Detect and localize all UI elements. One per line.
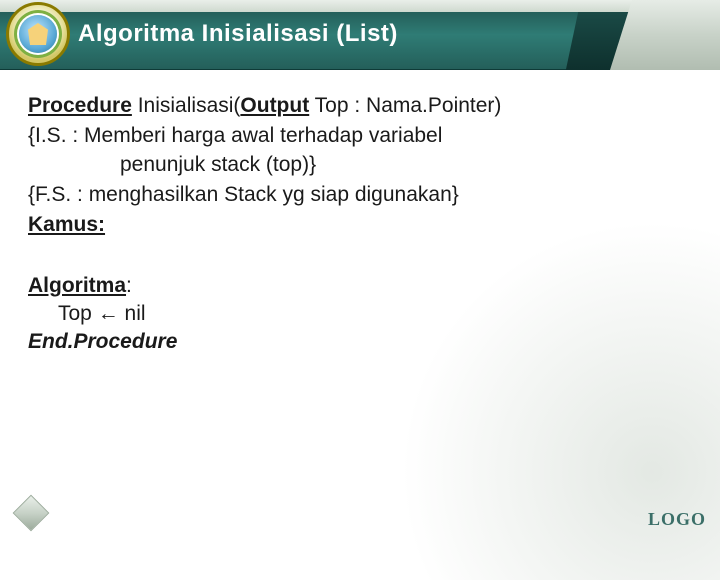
procedure-name: Inisialisasi( bbox=[132, 94, 241, 117]
algorithm-label: Algoritma bbox=[28, 274, 126, 297]
procedure-signature: Procedure Inisialisasi(Output Top : Nama… bbox=[28, 92, 692, 120]
initial-state-comment: {I.S. : Memberi harga awal terhadap vari… bbox=[28, 122, 692, 179]
assignment-line: Top ← nil bbox=[28, 300, 692, 328]
logo-inner-shield bbox=[19, 15, 57, 53]
algorithm-section: Algoritma: Top ← nil End.Procedure bbox=[28, 272, 692, 357]
slide-header: Algoritma Inisialisasi (List) bbox=[0, 0, 720, 70]
procedure-params: Top : Nama.Pointer) bbox=[309, 94, 501, 117]
final-state-comment: {F.S. : menghasilkan Stack yg siap digun… bbox=[28, 181, 692, 209]
is-line-1: {I.S. : Memberi harga awal terhadap vari… bbox=[28, 124, 442, 147]
is-line-2: penunjuk stack (top)} bbox=[28, 151, 692, 179]
footer-diamond-icon bbox=[13, 495, 50, 532]
slide-title: Algoritma Inisialisasi (List) bbox=[78, 20, 398, 48]
slide-content: Procedure Inisialisasi(Output Top : Nama… bbox=[0, 70, 720, 357]
algorithm-label-line: Algoritma: bbox=[28, 272, 692, 300]
footer-logo-text: LOGO bbox=[648, 509, 706, 530]
university-logo bbox=[6, 2, 70, 66]
algorithm-colon: : bbox=[126, 274, 132, 297]
header-top-strip bbox=[0, 0, 720, 12]
output-keyword: Output bbox=[240, 94, 309, 117]
end-procedure: End.Procedure bbox=[28, 328, 692, 356]
procedure-keyword: Procedure bbox=[28, 94, 132, 117]
kamus-label: Kamus: bbox=[28, 211, 692, 239]
